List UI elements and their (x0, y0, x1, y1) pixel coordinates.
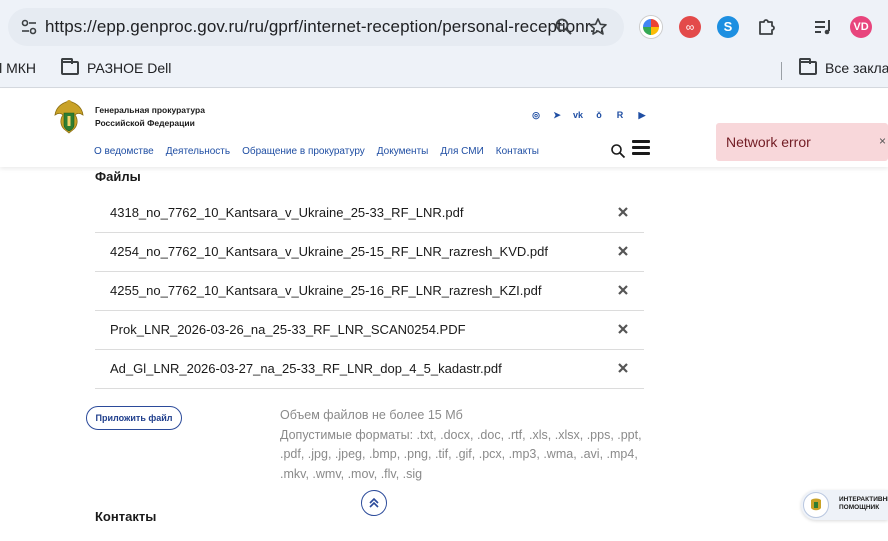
assistant-logo-icon (803, 492, 829, 518)
files-section-title: Файлы (95, 169, 141, 184)
file-name: 4318_no_7762_10_Kantsara_v_Ukraine_25-33… (110, 205, 464, 220)
profile-avatar[interactable]: VD (850, 16, 872, 38)
search-icon[interactable] (610, 143, 626, 159)
file-row: 4255_no_7762_10_Kantsara_v_Ukraine_25-16… (95, 272, 644, 311)
telegram-icon[interactable]: ➤ (552, 110, 562, 120)
nav-activity[interactable]: Деятельность (166, 146, 230, 157)
main-nav: О ведомстве Деятельность Обращение в про… (94, 146, 539, 157)
assistant-label-line: ПОМОЩНИК (839, 504, 880, 511)
attach-file-button[interactable]: Приложить файл (86, 406, 182, 430)
close-icon[interactable]: × (879, 134, 886, 148)
org-name-line: Генеральная прокуратура (95, 105, 205, 115)
remove-file-icon[interactable] (617, 245, 629, 257)
file-row: Prok_LNR_2026-03-26_na_25-33_RF_LNR_SCAN… (95, 311, 644, 350)
url-text[interactable]: https://epp.genproc.gov.ru/ru/gprf/inter… (45, 17, 604, 37)
nav-documents[interactable]: Документы (377, 146, 429, 157)
all-bookmarks-folder[interactable]: Все заклад (799, 58, 888, 76)
bookmark-star-icon[interactable] (588, 17, 608, 37)
nav-media[interactable]: Для СМИ (440, 146, 483, 157)
file-name: 4254_no_7762_10_Kantsara_v_Ukraine_25-15… (110, 244, 548, 259)
emblem-logo[interactable] (52, 97, 86, 135)
org-name[interactable]: Генеральная прокуратура Российской Федер… (95, 104, 205, 130)
org-name-line: Российской Федерации (95, 118, 195, 128)
bookmark-label[interactable]: Все заклад (825, 60, 888, 76)
bookmark-folder-raznoe-dell[interactable]: РАЗНОЕ Dell (61, 58, 171, 76)
file-row: 4254_no_7762_10_Kantsara_v_Ukraine_25-15… (95, 233, 644, 272)
interactive-assistant-button[interactable]: ИНТЕРАКТИВНЫЙ ПОМОЩНИК (801, 490, 888, 520)
file-name: 4255_no_7762_10_Kantsara_v_Ukraine_25-16… (110, 283, 542, 298)
youtube-icon[interactable]: ▶ (637, 110, 647, 120)
vk-icon[interactable]: vk (573, 110, 583, 120)
contacts-section-title: Контакты (95, 509, 157, 524)
remove-file-icon[interactable] (617, 362, 629, 374)
zoom-icon[interactable] (554, 17, 574, 37)
file-upload-hint: Объем файлов не более 15 Мб Допустимые ф… (280, 406, 652, 484)
file-row: Ad_Gl_LNR_2026-03-27_na_25-33_RF_LNR_dop… (95, 350, 644, 389)
double-chevron-up-icon (369, 497, 379, 508)
assistant-label-line: ИНТЕРАКТИВНЫЙ (839, 496, 888, 503)
bookmark-item[interactable]: ll МКН (0, 60, 36, 76)
file-size-hint: Объем файлов не более 15 Мб (280, 408, 463, 422)
toast-message: Network error (726, 134, 811, 150)
bookmark-label[interactable]: ll МКН (0, 60, 36, 76)
file-row: 4318_no_7762_10_Kantsara_v_Ukraine_25-33… (95, 194, 644, 233)
scroll-to-top-button[interactable] (361, 490, 387, 516)
remove-file-icon[interactable] (617, 323, 629, 335)
site-settings-icon[interactable] (20, 18, 38, 36)
nav-appeal[interactable]: Обращение в прокуратуру (242, 146, 365, 157)
extensions-puzzle-icon[interactable] (756, 16, 778, 38)
ok-icon[interactable]: ǒ (594, 110, 604, 120)
file-list: 4318_no_7762_10_Kantsara_v_Ukraine_25-33… (95, 194, 644, 389)
shazam-extension-icon[interactable]: S (717, 16, 739, 38)
nav-contacts[interactable]: Контакты (496, 146, 539, 157)
menu-icon[interactable] (632, 140, 650, 155)
error-toast: Network error × (716, 123, 888, 161)
bookmarks-bar: ll МКН РАЗНОЕ Dell Все заклад (0, 54, 888, 88)
bookmarks-divider (781, 62, 782, 80)
assistant-label: ИНТЕРАКТИВНЫЙ ПОМОЩНИК (839, 496, 888, 512)
infinity-extension-icon[interactable]: ∞ (679, 16, 701, 38)
file-name: Prok_LNR_2026-03-26_na_25-33_RF_LNR_SCAN… (110, 322, 466, 337)
remove-file-icon[interactable] (617, 284, 629, 296)
file-name: Ad_Gl_LNR_2026-03-27_na_25-33_RF_LNR_dop… (110, 361, 502, 376)
bookmark-label[interactable]: РАЗНОЕ Dell (87, 60, 171, 76)
color-extension-icon[interactable] (640, 16, 662, 38)
address-bar[interactable]: https://epp.genproc.gov.ru/ru/gprf/inter… (8, 8, 624, 46)
folder-icon (61, 58, 79, 75)
folder-icon (799, 58, 817, 75)
file-formats-hint: Допустимые форматы: .txt, .docx, .doc, .… (280, 427, 642, 481)
nav-about[interactable]: О ведомстве (94, 146, 154, 157)
rutube-icon[interactable]: R (615, 110, 625, 120)
max-icon[interactable]: ◎ (531, 110, 541, 120)
media-controls-icon[interactable] (812, 16, 834, 38)
remove-file-icon[interactable] (617, 206, 629, 218)
browser-toolbar: https://epp.genproc.gov.ru/ru/gprf/inter… (0, 0, 888, 54)
